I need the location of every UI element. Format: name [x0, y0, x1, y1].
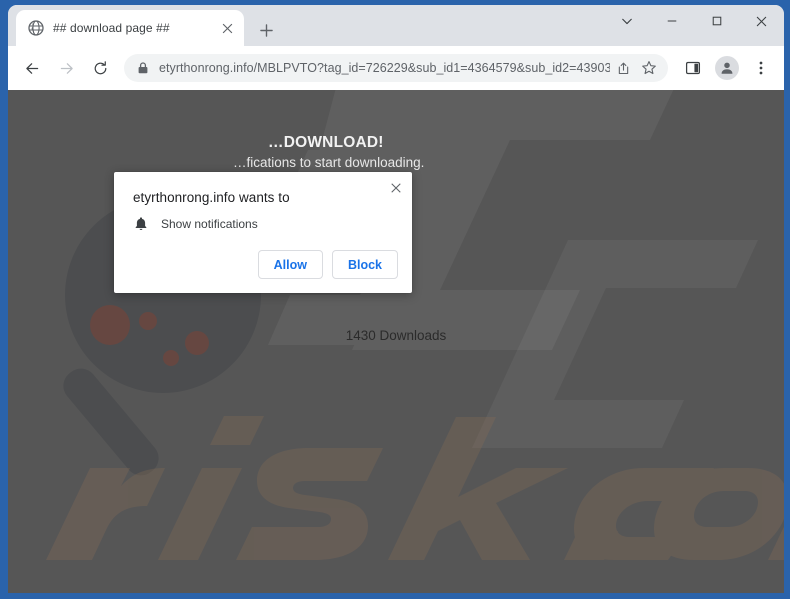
side-panel-icon[interactable] — [679, 54, 707, 82]
tab-strip: ## download page ## — [8, 5, 784, 46]
side-panel-glyph — [685, 61, 701, 75]
three-dot-menu-icon[interactable] — [747, 54, 775, 82]
bell-icon — [135, 217, 147, 231]
close-icon — [391, 183, 401, 193]
chevron-down-icon — [621, 18, 632, 25]
star-icon[interactable] — [636, 55, 662, 81]
dialog-permission-row: Show notifications — [114, 205, 412, 232]
star-glyph — [642, 61, 656, 75]
dialog-title: etyrthonrong.info wants to — [133, 190, 290, 205]
dialog-close-button[interactable] — [385, 177, 407, 199]
tab-title: ## download page ## — [53, 21, 170, 35]
arrow-left-icon — [25, 62, 38, 74]
lock-icon[interactable] — [136, 61, 150, 75]
three-dot-menu-glyph — [759, 61, 763, 75]
person-icon — [721, 62, 733, 74]
globe-icon — [28, 20, 44, 36]
close-icon — [756, 16, 767, 26]
dialog-actions: Allow Block — [114, 232, 412, 293]
download-heading: …DOWNLOAD! — [268, 134, 384, 151]
download-subtext: …fications to start downloading. — [233, 155, 425, 170]
minimize-icon — [667, 20, 676, 22]
close-window-button[interactable] — [739, 5, 784, 37]
profile-button[interactable] — [713, 54, 741, 82]
downloads-counter: 1430 Downloads — [345, 328, 447, 343]
arrow-right-icon — [60, 62, 73, 74]
new-tab-button[interactable] — [252, 16, 280, 44]
reload-icon — [94, 60, 106, 74]
browser-tab[interactable]: ## download page ## — [16, 10, 244, 46]
allow-button[interactable]: Allow — [257, 250, 323, 279]
dialog-permission-label: Show notifications — [161, 217, 258, 231]
browser-window: ## download page ## etyrthonrong.info/MB… — [8, 5, 784, 593]
reload-button[interactable] — [86, 54, 114, 82]
plus-icon — [259, 23, 273, 37]
page-viewport: …DOWNLOAD! …fications to start downloadi… — [8, 90, 784, 593]
avatar — [715, 56, 739, 80]
tab-close-icon[interactable] — [218, 19, 236, 37]
address-bar-url: etyrthonrong.info/MBLPVTO?tag_id=726229&… — [159, 61, 610, 75]
maximize-icon — [712, 16, 721, 26]
block-button[interactable]: Block — [331, 250, 398, 279]
close-glyph — [222, 23, 232, 33]
browser-toolbar: etyrthonrong.info/MBLPVTO?tag_id=726229&… — [8, 46, 784, 90]
share-glyph — [618, 62, 628, 74]
browser-window-frame: ## download page ## etyrthonrong.info/MB… — [0, 0, 790, 599]
window-controls — [604, 5, 784, 37]
omnibox-actions — [610, 55, 662, 81]
share-icon[interactable] — [610, 55, 636, 81]
notification-permission-dialog: etyrthonrong.info wants to Show notifica… — [114, 172, 412, 293]
back-button[interactable] — [18, 54, 46, 82]
page-content: …DOWNLOAD! …fications to start downloadi… — [8, 90, 784, 593]
tab-search-button[interactable] — [604, 5, 649, 37]
toolbar-right-icons — [676, 54, 784, 82]
minimize-button[interactable] — [649, 5, 694, 37]
forward-button — [52, 54, 80, 82]
maximize-button[interactable] — [694, 5, 739, 37]
address-bar[interactable]: etyrthonrong.info/MBLPVTO?tag_id=726229&… — [124, 54, 668, 82]
